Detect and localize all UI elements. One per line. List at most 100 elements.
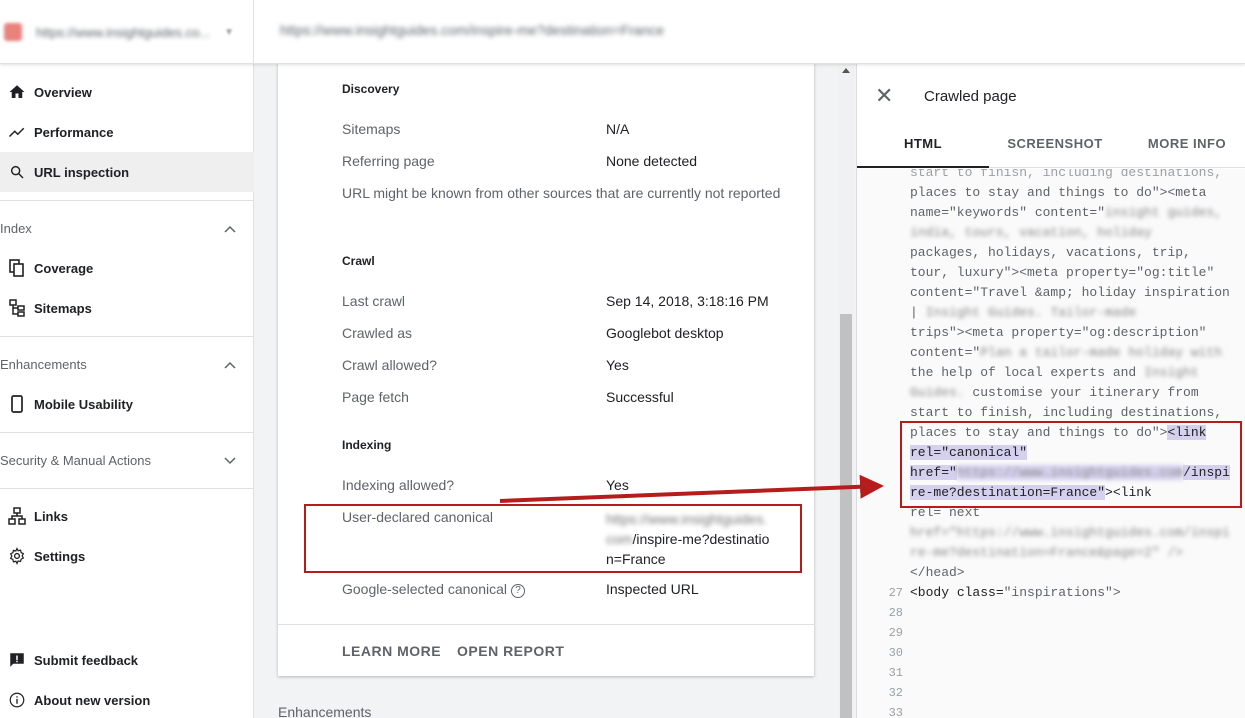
section-label: Enhancements xyxy=(0,356,87,372)
code-line: | Insight Guides. Tailor-made xyxy=(910,303,1136,323)
referring-page-label: Referring page xyxy=(342,153,435,169)
code-blurred: Guides. xyxy=(910,385,965,400)
canonical-annotation-box xyxy=(304,504,802,573)
sidebar-item-label: Sitemaps xyxy=(34,300,92,316)
code-line: start to finish, including destinations, xyxy=(910,405,1223,420)
property-favicon-icon xyxy=(4,23,22,41)
sidebar-item-links[interactable]: Links xyxy=(0,496,254,536)
line-number: 27 xyxy=(888,586,903,600)
main-scrollbar[interactable] xyxy=(838,64,854,718)
indexing-allowed-label: Indexing allowed? xyxy=(342,477,455,493)
crawl-title: Crawl xyxy=(342,254,375,268)
code-text: class= xyxy=(956,585,1004,600)
last-crawl-value: Sep 14, 2018, 3:18:16 PM xyxy=(606,293,769,309)
help-icon[interactable]: ? xyxy=(511,584,525,598)
section-label: Security & Manual Actions xyxy=(0,452,152,468)
sidebar-item-label: Submit feedback xyxy=(34,652,139,668)
card-footer: LEARN MORE OPEN REPORT xyxy=(278,624,814,676)
code-line: trips"><meta property="og:description" xyxy=(910,325,1207,340)
divider xyxy=(0,200,254,201)
close-icon[interactable]: ✕ xyxy=(875,85,893,107)
line-number: 28 xyxy=(888,606,903,620)
sidebar-item-coverage[interactable]: Coverage xyxy=(0,248,254,288)
section-security-toggle[interactable]: Security & Manual Actions xyxy=(0,440,254,480)
code-text: content=" xyxy=(910,345,981,360)
sidebar-item-sitemaps[interactable]: Sitemaps xyxy=(0,288,254,328)
google-canonical-label-text: Google-selected canonical xyxy=(342,581,507,597)
info-icon xyxy=(0,691,34,709)
code-line: content="Travel &amp; holiday inspiratio… xyxy=(910,285,1230,300)
discovery-note: URL might be known from other sources th… xyxy=(342,185,781,201)
open-report-button[interactable]: OPEN REPORT xyxy=(457,643,564,659)
gear-icon xyxy=(0,547,34,565)
panel-tabs: HTML SCREENSHOT MORE INFO xyxy=(857,126,1245,168)
google-selected-canonical-value: Inspected URL xyxy=(606,581,699,597)
scroll-up-arrow-icon[interactable] xyxy=(842,68,850,73)
sidebar-item-performance[interactable]: Performance xyxy=(0,112,254,152)
code-text: "inspirations"> xyxy=(1003,585,1121,600)
smartphone-icon xyxy=(0,395,34,413)
sidebar: Overview Performance URL inspection Inde… xyxy=(0,64,254,718)
divider xyxy=(0,488,254,489)
section-index-toggle[interactable]: Index xyxy=(0,208,254,248)
code-line: packages, holidays, vacations, trip, xyxy=(910,245,1191,260)
crawled-as-value: Googlebot desktop xyxy=(606,325,724,341)
links-icon xyxy=(0,507,34,525)
sidebar-item-label: Coverage xyxy=(34,260,94,276)
tab-screenshot[interactable]: SCREENSHOT xyxy=(989,126,1121,168)
feedback-icon xyxy=(0,651,34,669)
copy-icon xyxy=(0,259,34,277)
sidebar-item-label: URL inspection xyxy=(34,164,130,180)
code-line-blurred: re-me?destination=France&page=2" /> xyxy=(910,545,1184,560)
code-text: name="keywords" content=" xyxy=(910,205,1106,220)
divider xyxy=(0,336,254,337)
code-line: start to finish, including destinations, xyxy=(910,169,1223,180)
coverage-details-card: Discovery Sitemaps N/A Referring page No… xyxy=(278,64,814,676)
sidebar-item-label: About new version xyxy=(34,692,151,708)
code-text: <body xyxy=(910,585,957,600)
sidebar-item-mobile-usability[interactable]: Mobile Usability xyxy=(0,384,254,424)
crawled-as-label: Crawled as xyxy=(342,325,413,341)
code-line-blurred: href="https://www.insightguides.com/insp… xyxy=(910,525,1230,540)
indexing-title: Indexing xyxy=(342,438,392,452)
sidebar-item-label: Overview xyxy=(34,84,92,100)
dropdown-caret-icon[interactable]: ▼ xyxy=(224,27,234,38)
code-line: tour, luxury"><meta property="og:title" xyxy=(910,265,1215,280)
tab-html[interactable]: HTML xyxy=(857,126,989,168)
line-number: 29 xyxy=(888,626,903,640)
property-selector[interactable]: https://www.insightguides.co... ▼ xyxy=(0,0,254,64)
code-line: places to stay and things to do"><meta xyxy=(910,183,1206,203)
discovery-title: Discovery xyxy=(342,82,400,96)
inspected-url-field[interactable]: https://www.insightguides.com/inspire-me… xyxy=(280,22,664,38)
code-blurred: insight guides, xyxy=(1105,205,1223,220)
code-line: name="keywords" content="insight guides, xyxy=(910,203,1222,223)
code-text: the help of local experts and xyxy=(910,365,1137,380)
property-url: https://www.insightguides.co... xyxy=(36,24,211,40)
top-bar: https://www.insightguides.co... ▼ https:… xyxy=(0,0,1245,64)
sidebar-item-url-inspection[interactable]: URL inspection xyxy=(0,152,254,192)
sidebar-item-label: Performance xyxy=(34,124,114,140)
code-line: content="Plan a tailor-made holiday with xyxy=(910,343,1222,363)
line-number: 32 xyxy=(888,686,903,700)
tab-more-info[interactable]: MORE INFO xyxy=(1121,126,1245,168)
chevron-down-icon xyxy=(224,453,236,468)
scrollbar-thumb[interactable] xyxy=(840,314,852,718)
referring-page-value: None detected xyxy=(606,153,698,169)
sidebar-item-submit-feedback[interactable]: Submit feedback xyxy=(0,640,254,680)
google-selected-canonical-label: Google-selected canonical? xyxy=(342,581,525,598)
crawl-allowed-label: Crawl allowed? xyxy=(342,357,437,373)
sidebar-item-overview[interactable]: Overview xyxy=(0,72,254,112)
sidebar-item-about-new-version[interactable]: About new version xyxy=(0,680,254,718)
line-number: 31 xyxy=(888,666,903,680)
learn-more-button[interactable]: LEARN MORE xyxy=(342,643,441,659)
home-icon xyxy=(0,83,34,101)
code-line: </head> xyxy=(910,565,965,580)
code-blurred: Plan a tailor-made holiday with xyxy=(980,345,1223,360)
sidebar-item-settings[interactable]: Settings xyxy=(0,536,254,576)
trending-up-icon xyxy=(0,123,34,141)
main-content: Discovery Sitemaps N/A Referring page No… xyxy=(254,64,856,718)
search-icon xyxy=(0,164,34,180)
last-crawl-label: Last crawl xyxy=(342,293,406,309)
section-enhancements-toggle[interactable]: Enhancements xyxy=(0,344,254,384)
chevron-up-icon xyxy=(224,221,236,236)
